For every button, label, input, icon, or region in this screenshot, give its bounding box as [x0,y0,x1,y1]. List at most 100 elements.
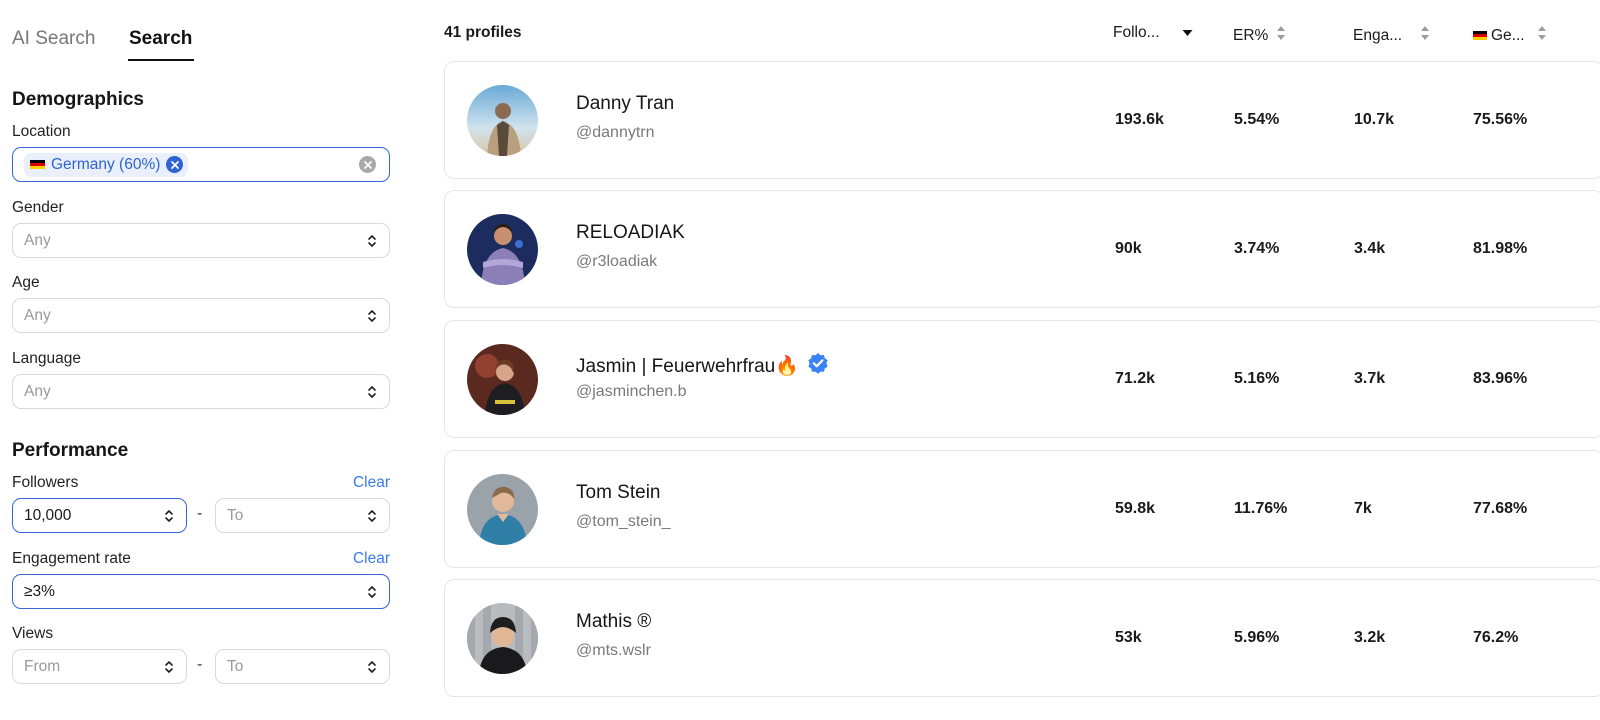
views-to-placeholder: To [227,657,244,675]
germany-audience-value: 83.96% [1473,370,1528,387]
profile-name: Tom Stein [576,482,660,504]
engagement-value: 3.7k [1354,370,1386,387]
followers-value: 53k [1115,629,1142,646]
age-label: Age [12,274,40,291]
profile-card[interactable]: Jasmin | Feuerwehrfrau🔥 @jasminchen.b 71… [444,320,1600,438]
location-chip-label: Germany (60%) [51,155,161,173]
views-label: Views [12,625,54,642]
location-label: Location [12,123,71,140]
profile-handle: @tom_stein_ [576,513,671,530]
range-dash: - [197,505,203,522]
remove-chip-icon[interactable] [166,156,184,173]
er-value: 5.16% [1234,370,1280,387]
gender-select[interactable]: Any [12,223,390,258]
engagement-value: 3.4k [1354,240,1386,257]
column-header-engagement[interactable]: Enga... [1353,24,1430,47]
followers-value: 193.6k [1115,111,1164,128]
followers-from-value: 10,000 [24,506,72,524]
location-select[interactable]: Germany (60%) [12,147,390,182]
engagement-rate-label: Engagement rate [12,550,131,567]
profile-card[interactable]: RELOADIAK @r3loadiak 90k 3.74% 3.4k 81.9… [444,190,1600,308]
filter-sidebar: AI Search Search Demographics Location G… [12,0,400,720]
profiles-count: 41 profiles [444,24,522,41]
profile-handle: @mts.wslr [576,642,651,659]
results-panel: 41 profiles Follo... ER% Enga... Ge... D… [444,0,1600,720]
engagement-rate-value: ≥3% [24,582,55,600]
followers-to-select[interactable]: To [215,498,390,533]
followers-from-select[interactable]: 10,000 [12,498,187,533]
followers-clear-link[interactable]: Clear [353,474,390,492]
tab-search[interactable]: Search [127,28,195,61]
profile-name: Jasmin | Feuerwehrfrau🔥 [576,352,829,380]
tab-ai-search[interactable]: AI Search [12,28,129,50]
profile-handle: @dannytrn [576,124,655,141]
profile-handle: @jasminchen.b [576,383,687,400]
germany-audience-value: 77.68% [1473,500,1528,517]
column-header-label: Enga... [1353,26,1403,44]
profile-name-text: Tom Stein [576,482,661,503]
avatar [467,214,538,285]
sort-icon [1420,24,1430,47]
er-value: 11.76% [1234,500,1288,517]
age-placeholder: Any [24,306,51,324]
gender-label: Gender [12,199,64,216]
profile-card[interactable]: Danny Tran @dannytrn 193.6k 5.54% 10.7k … [444,61,1600,179]
column-header-label: ER% [1233,26,1269,44]
profile-card[interactable]: Tom Stein @tom_stein_ 59.8k 11.76% 7k 77… [444,450,1600,568]
er-value: 5.54% [1234,111,1280,128]
updown-chevron-icon [366,508,378,524]
germany-flag-icon [30,159,45,170]
range-dash: - [197,656,203,673]
germany-flag-icon [1473,31,1487,40]
germany-audience-value: 75.56% [1473,111,1528,128]
column-header-followers[interactable]: Follo... [1113,24,1193,42]
followers-value: 90k [1115,240,1142,257]
updown-chevron-icon [163,508,175,524]
er-value: 5.96% [1234,629,1280,646]
updown-chevron-icon [366,233,378,249]
views-to-select[interactable]: To [215,649,390,684]
profile-name-text: Mathis ® [576,611,652,632]
profile-name: Mathis ® [576,611,651,633]
germany-audience-value: 81.98% [1473,240,1528,257]
updown-chevron-icon [366,384,378,400]
profile-name: RELOADIAK [576,222,685,244]
gender-placeholder: Any [24,231,51,249]
clear-location-icon[interactable] [359,156,376,173]
er-value: 3.74% [1234,240,1280,257]
engagement-value: 3.2k [1354,629,1386,646]
updown-chevron-icon [366,308,378,324]
avatar [467,474,538,545]
updown-chevron-icon [366,659,378,675]
profile-name: Danny Tran [576,93,674,115]
column-header-label: Follo... [1113,24,1160,41]
avatar [467,603,538,674]
engagement-value: 7k [1354,500,1372,517]
views-from-select[interactable]: From [12,649,187,684]
search-tabs: AI Search Search [12,28,195,61]
followers-value: 59.8k [1115,500,1156,517]
profile-card[interactable]: Mathis ® @mts.wslr 53k 5.96% 3.2k 76.2% [444,579,1600,697]
engagement-rate-select[interactable]: ≥3% [12,574,390,609]
profile-name-text: Danny Tran [576,93,675,114]
performance-title: Performance [12,440,129,461]
sort-icon [1276,24,1286,47]
language-select[interactable]: Any [12,374,390,409]
column-header-er[interactable]: ER% [1233,24,1286,47]
age-select[interactable]: Any [12,298,390,333]
demographics-title: Demographics [12,89,144,110]
column-header-label: Ge... [1491,26,1525,44]
followers-value: 71.2k [1115,370,1156,387]
language-placeholder: Any [24,382,51,400]
profile-name-text: RELOADIAK [576,222,685,243]
profile-handle: @r3loadiak [576,253,658,270]
germany-audience-value: 76.2% [1473,629,1519,646]
engagement-value: 10.7k [1354,111,1395,128]
language-label: Language [12,350,81,367]
location-chip: Germany (60%) [24,152,189,177]
sort-desc-icon [1182,24,1193,42]
engagement-clear-link[interactable]: Clear [353,550,390,568]
avatar [467,344,538,415]
sort-icon [1537,24,1547,47]
column-header-germany[interactable]: Ge... [1473,24,1547,47]
